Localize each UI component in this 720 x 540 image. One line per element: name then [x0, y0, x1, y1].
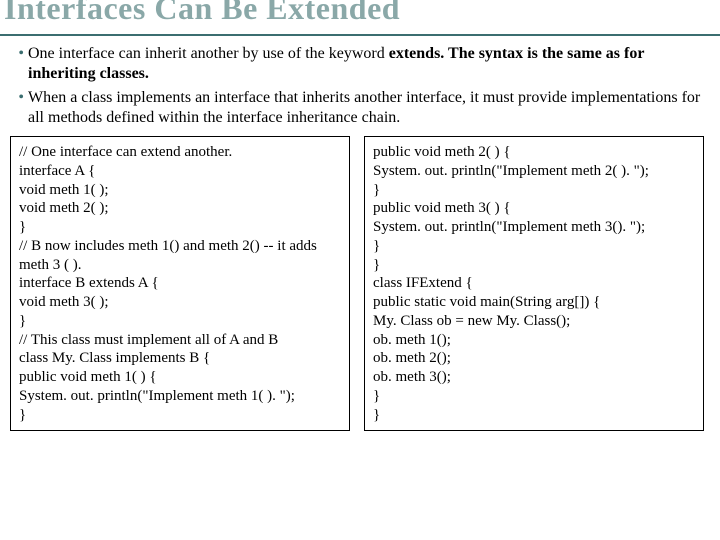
code-columns: // One interface can extend another. int…: [10, 136, 710, 431]
code-block-right: public void meth 2( ) { System. out. pri…: [364, 136, 704, 431]
bullet-item: One interface can inherit another by use…: [28, 44, 710, 84]
slide: Interfaces Can Be Extended One interface…: [0, 0, 720, 540]
slide-title: Interfaces Can Be Extended: [4, 0, 710, 24]
bullet-text: When a class implements an interface tha…: [28, 89, 700, 126]
title-underline: [0, 34, 720, 36]
bullet-text: One interface can inherit another by use…: [28, 45, 389, 62]
code-block-left: // One interface can extend another. int…: [10, 136, 350, 431]
bullet-list: One interface can inherit another by use…: [14, 44, 710, 128]
bullet-item: When a class implements an interface tha…: [28, 88, 710, 128]
